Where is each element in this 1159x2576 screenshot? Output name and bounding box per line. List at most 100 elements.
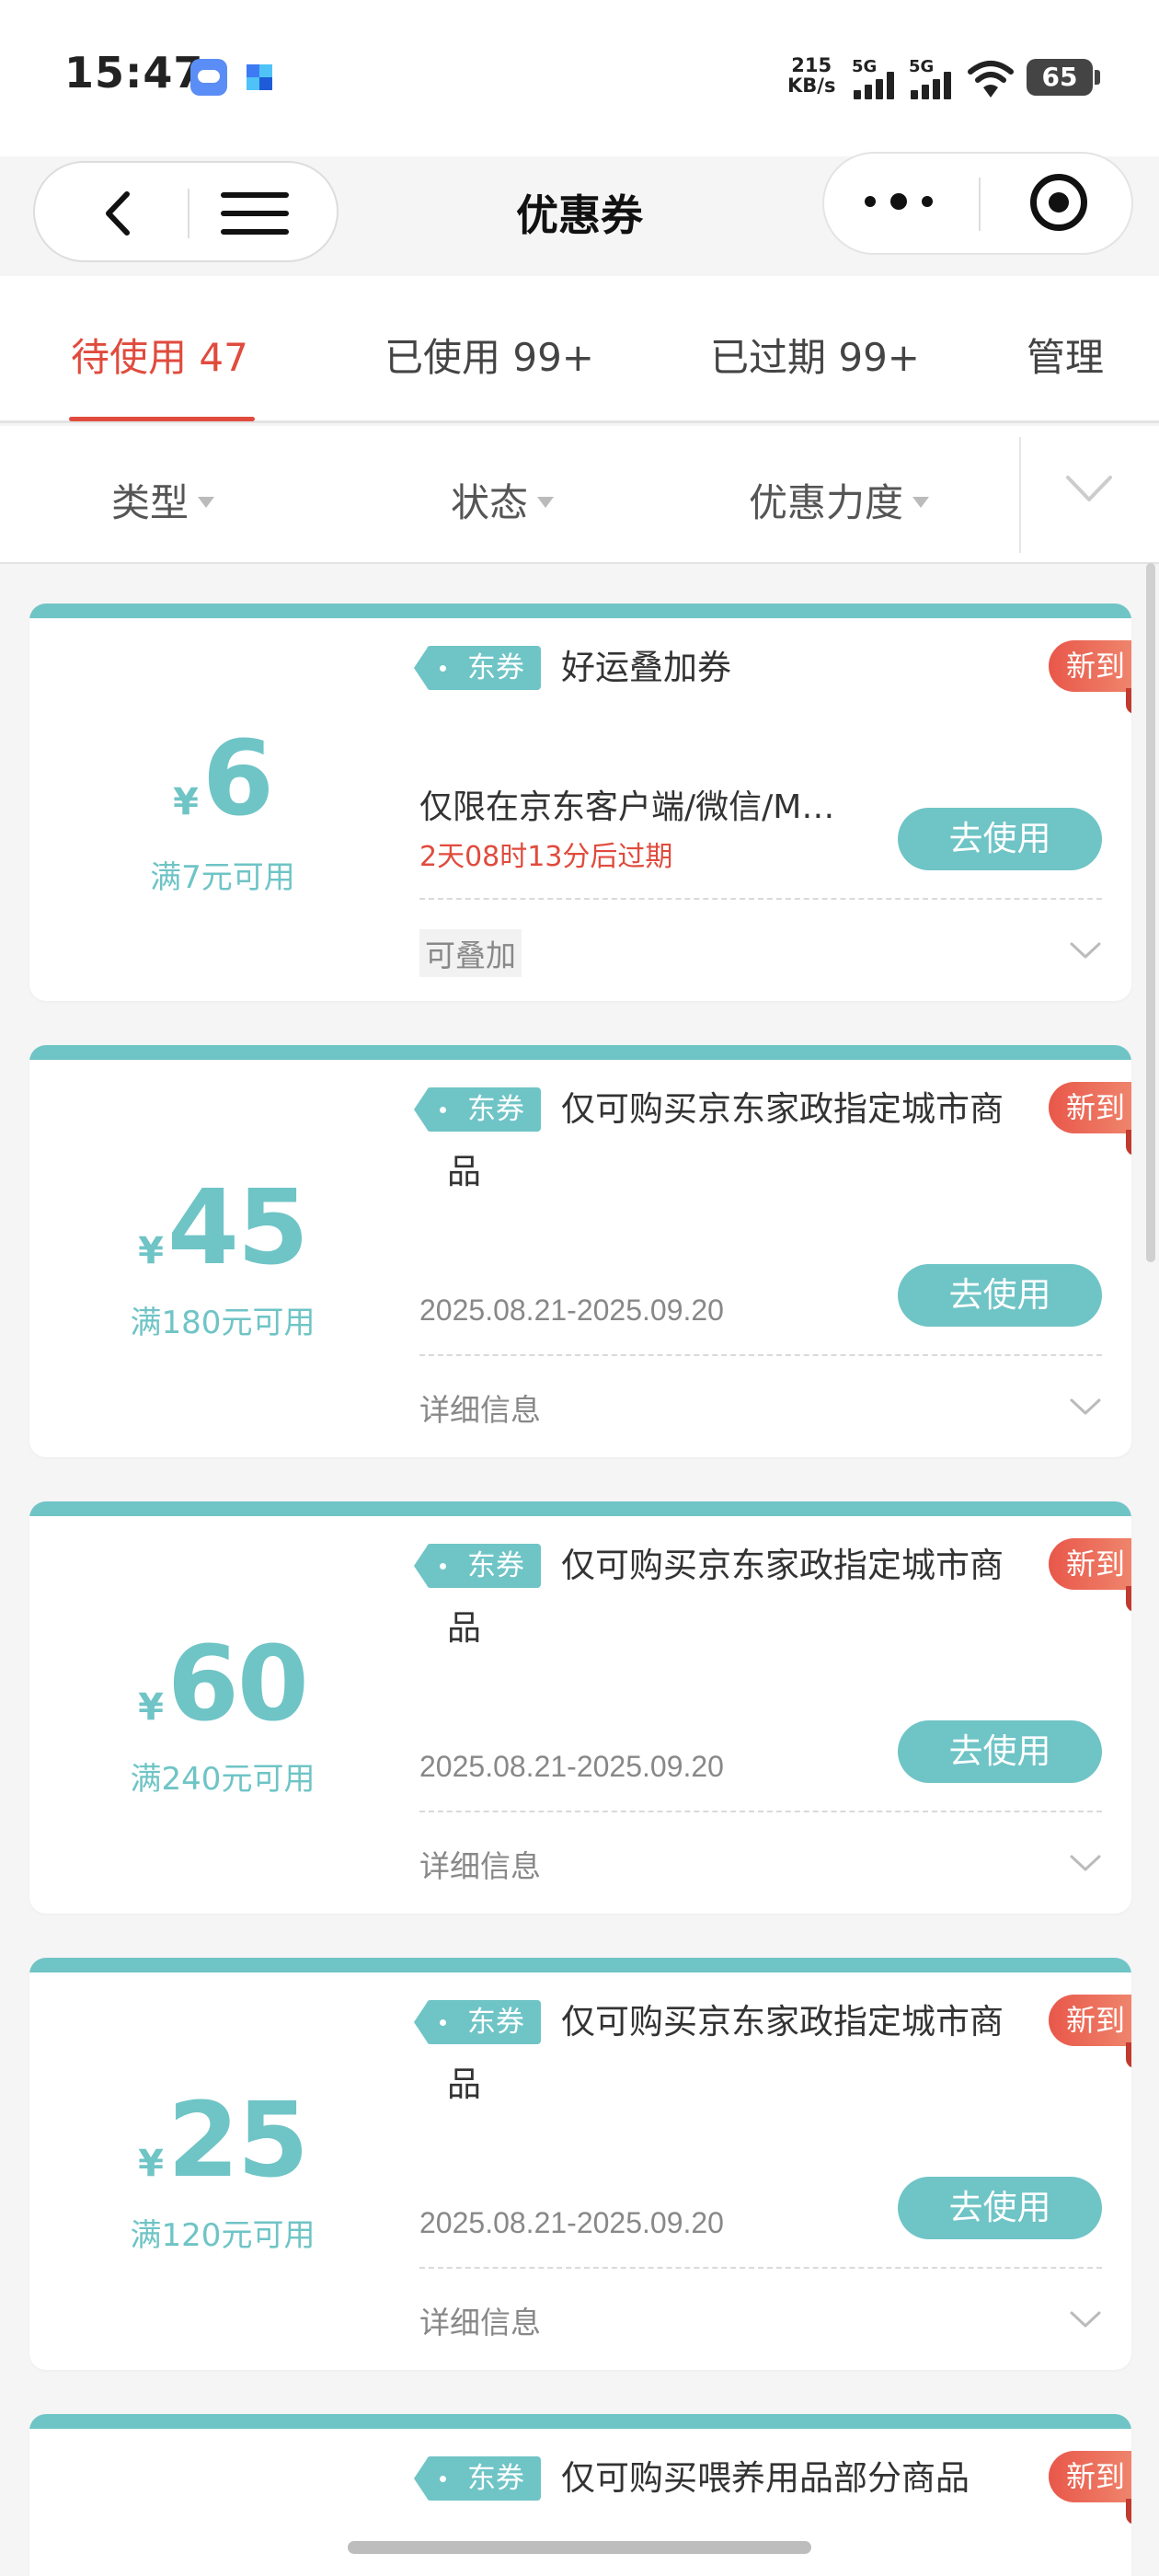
coupon-card: ¥25 满120元可用 东券 仅可购买京东家政指定城市商品 新到 2025.08…: [29, 1958, 1131, 2370]
coupon-top-strip: [29, 2414, 1131, 2429]
notification-app-icon: [241, 59, 278, 96]
new-badge-tail: [1126, 2499, 1131, 2524]
network-speed-unit: KB/s: [787, 75, 836, 97]
new-badge-tail: [1126, 2042, 1131, 2068]
tab-unused[interactable]: 待使用 47: [71, 327, 248, 383]
status-tabs: 待使用 47 已使用 99+ 已过期 99+ 管理: [0, 276, 1159, 423]
filter-divider: [1019, 437, 1021, 553]
coupon-tag: 东券: [414, 1087, 541, 1132]
dropdown-triangle-icon: [912, 496, 930, 508]
coupon-title-text: 品: [447, 1608, 481, 1648]
coupon-title-text: 仅可购买京东家政指定城市商: [561, 2002, 1004, 2041]
coupon-title-text: 品: [447, 1152, 481, 1191]
coupon-card: ¥60 满240元可用 东券 仅可购买京东家政指定城市商品 新到 2025.08…: [29, 1501, 1131, 1914]
coupon-tag: 东券: [414, 1544, 541, 1588]
chevron-down-icon[interactable]: [1069, 1397, 1102, 1417]
network-speed: 215 KB/s: [787, 55, 835, 96]
yen-symbol: ¥: [173, 781, 199, 823]
coupon-amount: ¥25: [29, 2081, 416, 2201]
coupon-validity-date: 2025.08.21-2025.09.20: [419, 1750, 724, 1783]
coupon-top-strip: [29, 1045, 1131, 1060]
coupon-expiry: 2天08时13分后过期: [419, 841, 673, 873]
amount-value: 45: [166, 1168, 309, 1288]
details-link[interactable]: 详细信息: [419, 1842, 541, 1886]
amount-value: 60: [166, 1625, 309, 1744]
filter-status-label: 状态: [451, 480, 529, 525]
use-coupon-button[interactable]: 去使用: [898, 1720, 1102, 1783]
dropdown-triangle-icon: [537, 496, 555, 508]
coupon-title-text: 好运叠加券: [561, 648, 731, 687]
coupon-title-text: 仅可购买京东家政指定城市商: [561, 1089, 1004, 1129]
coupon-tag: 东券: [414, 2456, 541, 2501]
tab-expired[interactable]: 已过期 99+: [710, 327, 920, 383]
yen-symbol: ¥: [138, 1686, 164, 1729]
amount-value: 25: [166, 2081, 309, 2201]
status-time: 15:47: [64, 48, 204, 98]
stackable-label: 可叠加: [419, 929, 522, 977]
expand-filters-chevron-icon[interactable]: [1065, 472, 1113, 505]
weather-app-icon: [190, 59, 227, 96]
nav-right-capsule: [822, 152, 1133, 255]
more-dots-icon[interactable]: [865, 190, 938, 214]
dashed-divider: [419, 1354, 1102, 1356]
capsule-divider: [979, 178, 981, 231]
filter-discount-label: 优惠力度: [749, 480, 904, 525]
coupon-condition: 满120元可用: [130, 2217, 316, 2254]
battery-icon: 65: [1027, 59, 1100, 96]
close-miniprogram-icon[interactable]: [1030, 174, 1087, 231]
yen-symbol: ¥: [138, 2143, 164, 2185]
coupon-validity-date: 2025.08.21-2025.09.20: [419, 1294, 724, 1327]
new-badge: 新到: [1049, 1082, 1131, 1133]
new-badge-tail: [1126, 1586, 1131, 1612]
tab-used[interactable]: 已使用 99+: [384, 327, 594, 383]
coupon-title-text: 仅可购买京东家政指定城市商: [561, 1546, 1004, 1585]
yen-symbol: ¥: [138, 1230, 164, 1272]
network-speed-value: 215: [791, 54, 832, 76]
chevron-down-icon[interactable]: [1069, 940, 1102, 960]
coupon-top-strip: [29, 604, 1131, 618]
dashed-divider: [419, 898, 1102, 900]
amount-value: 6: [201, 719, 274, 839]
filter-discount[interactable]: 优惠力度: [749, 472, 930, 528]
dashed-divider: [419, 1811, 1102, 1812]
signal-label: 5G: [909, 57, 935, 76]
coupon-amount: ¥45: [29, 1168, 416, 1288]
signal-icon: 5G: [852, 57, 903, 99]
filter-bar: 类型 状态 优惠力度: [0, 426, 1159, 564]
filter-status[interactable]: 状态: [451, 472, 555, 528]
coupon-card: ¥6 满7元可用 东券 好运叠加券 新到 仅限在京东客户端/微信/M… 2天08…: [29, 604, 1131, 1001]
new-badge: 新到: [1049, 1538, 1131, 1590]
use-coupon-button[interactable]: 去使用: [898, 808, 1102, 870]
coupon-amount: ¥6: [29, 719, 416, 839]
chevron-down-icon[interactable]: [1069, 2309, 1102, 2329]
coupon-tag: 东券: [414, 646, 541, 690]
home-indicator[interactable]: [348, 2541, 811, 2554]
wifi-icon: [968, 61, 1014, 98]
chevron-down-icon[interactable]: [1069, 1853, 1102, 1873]
active-tab-indicator: [69, 417, 255, 421]
coupon-card: ¥45 满180元可用 东券 仅可购买京东家政指定城市商品 新到 2025.08…: [29, 1045, 1131, 1457]
coupon-top-strip: [29, 1958, 1131, 1972]
signal-label: 5G: [852, 57, 878, 76]
new-badge: 新到: [1049, 640, 1131, 692]
use-coupon-button[interactable]: 去使用: [898, 2177, 1102, 2239]
coupon-title: 好运叠加券: [561, 637, 1058, 699]
coupon-title-text: 仅可购买喂养用品部分商品: [561, 2458, 970, 2498]
coupon-top-strip: [29, 1501, 1131, 1516]
signal-icon: 5G: [909, 57, 960, 99]
tab-manage[interactable]: 管理: [1027, 327, 1104, 383]
new-badge: 新到: [1049, 2451, 1131, 2502]
coupon-title-text: 品: [447, 2064, 481, 2104]
details-link[interactable]: 详细信息: [419, 1386, 541, 1430]
coupon-condition: 满7元可用: [150, 859, 295, 896]
filter-type[interactable]: 类型: [111, 472, 215, 528]
new-badge-tail: [1126, 1130, 1131, 1156]
dashed-divider: [419, 2267, 1102, 2269]
use-coupon-button[interactable]: 去使用: [898, 1264, 1102, 1327]
coupon-tag: 东券: [414, 2000, 541, 2044]
scrollbar[interactable]: [1146, 563, 1155, 1262]
dropdown-triangle-icon: [198, 496, 215, 508]
coupon-condition: 满240元可用: [130, 1761, 316, 1798]
coupon-amount: ¥60: [29, 1625, 416, 1744]
details-link[interactable]: 详细信息: [419, 2298, 541, 2342]
